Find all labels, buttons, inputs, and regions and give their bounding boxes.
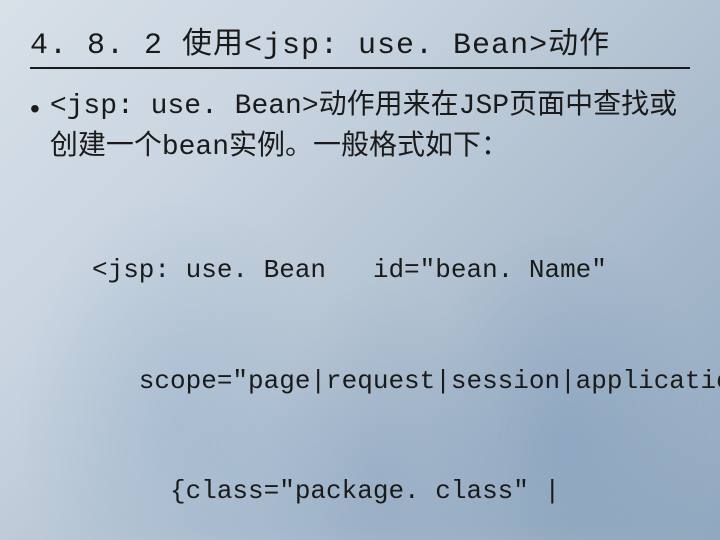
description-text: <jsp: use. Bean>动作用来在JSP页面中查找或创建一个bean实例… xyxy=(50,87,690,168)
code-line: scope="page|request|session|application" xyxy=(92,363,690,400)
slide-title: 4. 8. 2 使用<jsp: use. Bean>动作 xyxy=(30,18,690,63)
code-line: <jsp: use. Bean id="bean. Name" xyxy=(92,252,690,289)
description-row: • <jsp: use. Bean>动作用来在JSP页面中查找或创建一个bean… xyxy=(30,87,690,168)
code-block: <jsp: use. Bean id="bean. Name" scope="p… xyxy=(92,178,690,540)
title-underline xyxy=(30,67,690,69)
bullet-icon: • xyxy=(30,89,40,128)
code-line: {class="package. class" | xyxy=(92,473,690,510)
slide-content: 4. 8. 2 使用<jsp: use. Bean>动作 • <jsp: use… xyxy=(0,0,720,540)
